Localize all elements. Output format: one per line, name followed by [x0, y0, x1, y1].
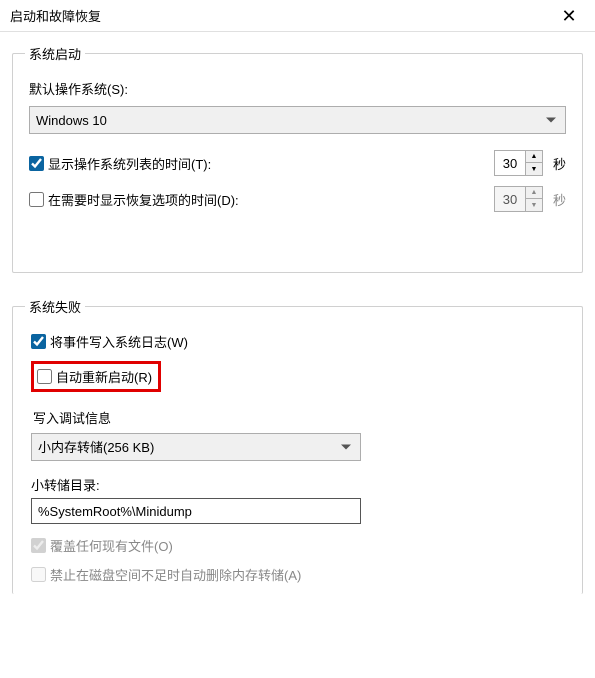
disable-low-disk-label: 禁止在磁盘空间不足时自动删除内存转储(A) [50, 565, 301, 584]
show-os-list-seconds-input[interactable] [495, 156, 525, 171]
show-recovery-label: 在需要时显示恢复选项的时间(D): [48, 190, 239, 209]
default-os-select-wrap: Windows 10 [29, 106, 566, 134]
write-event-checkbox[interactable] [31, 334, 46, 349]
spinner-buttons: ▲ ▼ [525, 187, 542, 211]
disable-low-disk-checkbox [31, 567, 46, 582]
write-event-label-wrap[interactable]: 将事件写入系统日志(W) [31, 332, 188, 351]
spinner-up-icon: ▲ [526, 187, 542, 199]
write-event-row: 将事件写入系统日志(W) [31, 332, 566, 351]
show-os-list-label: 显示操作系统列表的时间(T): [48, 154, 211, 173]
system-startup-legend: 系统启动 [25, 44, 85, 63]
overwrite-row: 覆盖任何现有文件(O) [31, 536, 566, 555]
show-os-list-label-wrap[interactable]: 显示操作系统列表的时间(T): [29, 154, 494, 173]
system-startup-group: 系统启动 默认操作系统(S): Windows 10 显示操作系统列表的时间(T… [12, 44, 583, 273]
show-recovery-checkbox[interactable] [29, 192, 44, 207]
system-failure-legend: 系统失败 [25, 297, 85, 316]
spinner-down-icon: ▼ [526, 199, 542, 211]
default-os-select[interactable]: Windows 10 [29, 106, 566, 134]
auto-restart-label: 自动重新启动(R) [56, 367, 152, 386]
titlebar: 启动和故障恢复 ✕ [0, 0, 595, 32]
disable-low-disk-row: 禁止在磁盘空间不足时自动删除内存转储(A) [31, 565, 566, 584]
overwrite-label: 覆盖任何现有文件(O) [50, 536, 173, 555]
write-event-label: 将事件写入系统日志(W) [50, 332, 188, 351]
dump-dir-label: 小转储目录: [31, 475, 566, 494]
overwrite-checkbox [31, 538, 46, 553]
seconds-unit-disabled: 秒 [553, 190, 566, 209]
spinner-down-icon[interactable]: ▼ [526, 163, 542, 175]
show-recovery-row: 在需要时显示恢复选项的时间(D): ▲ ▼ 秒 [29, 186, 566, 212]
show-recovery-label-wrap[interactable]: 在需要时显示恢复选项的时间(D): [29, 190, 494, 209]
dump-type-select[interactable]: 小内存转储(256 KB) [31, 433, 361, 461]
debug-info-label: 写入调试信息 [33, 408, 566, 427]
auto-restart-checkbox[interactable] [37, 369, 52, 384]
spinner-buttons: ▲ ▼ [525, 151, 542, 175]
dump-type-select-wrap: 小内存转储(256 KB) [31, 433, 361, 461]
spinner-up-icon[interactable]: ▲ [526, 151, 542, 163]
show-os-list-row: 显示操作系统列表的时间(T): ▲ ▼ 秒 [29, 150, 566, 176]
overwrite-label-wrap: 覆盖任何现有文件(O) [31, 536, 173, 555]
disable-low-disk-label-wrap: 禁止在磁盘空间不足时自动删除内存转储(A) [31, 565, 301, 584]
show-recovery-seconds-input [495, 192, 525, 207]
seconds-unit: 秒 [553, 154, 566, 173]
dump-dir-input[interactable] [31, 498, 361, 524]
auto-restart-label-wrap[interactable]: 自动重新启动(R) [37, 367, 152, 386]
show-os-list-checkbox[interactable] [29, 156, 44, 171]
auto-restart-highlight: 自动重新启动(R) [31, 361, 161, 392]
show-recovery-seconds-spinner: ▲ ▼ [494, 186, 543, 212]
show-os-list-seconds-spinner[interactable]: ▲ ▼ [494, 150, 543, 176]
default-os-label: 默认操作系统(S): [29, 79, 566, 98]
dialog-content: 系统启动 默认操作系统(S): Windows 10 显示操作系统列表的时间(T… [0, 32, 595, 630]
dialog-title: 启动和故障恢复 [10, 6, 101, 25]
system-failure-group: 系统失败 将事件写入系统日志(W) 自动重新启动(R) 写入调试信息 小内存转储… [12, 297, 583, 594]
close-icon[interactable]: ✕ [551, 7, 587, 25]
